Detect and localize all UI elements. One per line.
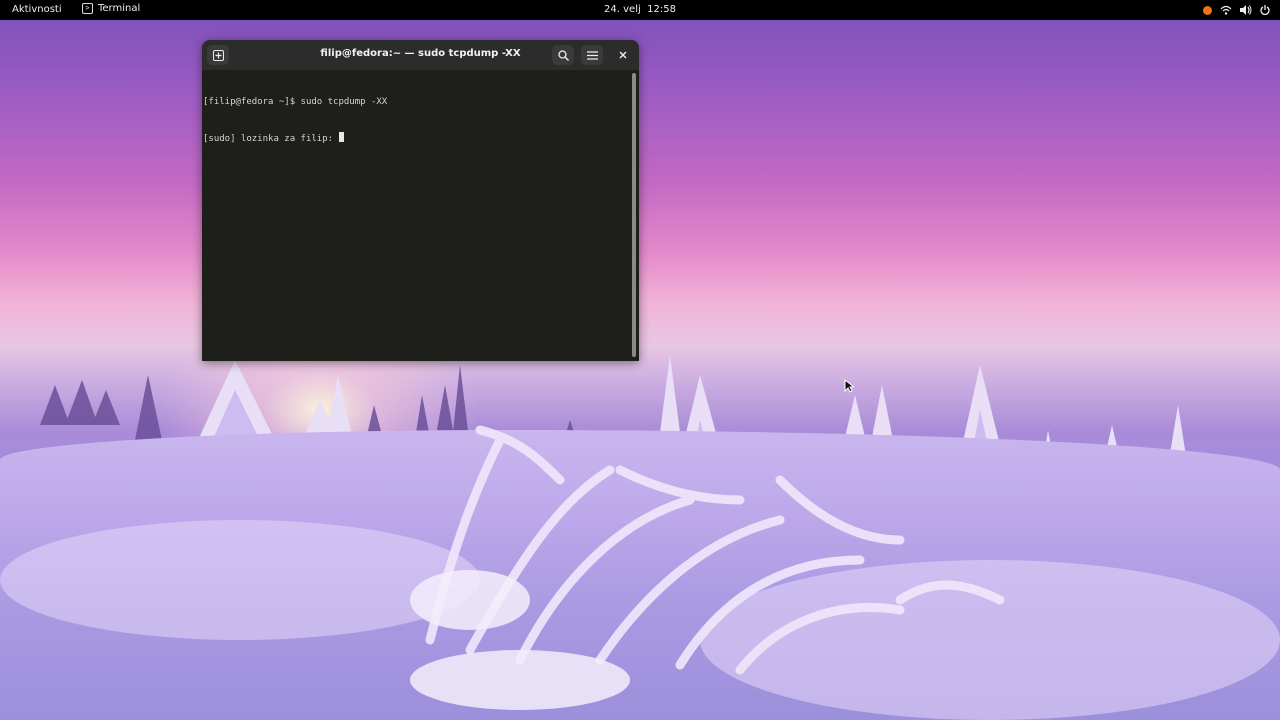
app-menu-button[interactable]: > Terminal (82, 3, 140, 14)
frosted-branches (410, 425, 1005, 710)
wifi-icon (1220, 5, 1232, 15)
terminal-output[interactable]: [filip@fedora ~]$ sudo tcpdump -XX [sudo… (202, 70, 639, 361)
clock-container: 24. velj 12:58 (0, 4, 1280, 15)
desktop-background (0, 0, 1280, 720)
hamburger-menu-icon (586, 50, 598, 60)
terminal-text: [filip@fedora ~]$ sudo tcpdump -XX [sudo… (203, 72, 387, 168)
terminal-line: [filip@fedora ~]$ sudo tcpdump -XX (203, 97, 388, 107)
text-cursor (339, 132, 345, 142)
search-button[interactable] (552, 45, 574, 65)
terminal-icon: > (82, 3, 93, 14)
scrollbar[interactable] (632, 73, 636, 357)
app-menu-label: Terminal (98, 3, 141, 14)
power-icon (1260, 5, 1270, 15)
top-bar: Aktivnosti > Terminal 24. velj 12:58 (0, 0, 1280, 20)
date-time-button[interactable]: 24. velj 12:58 (604, 4, 676, 15)
activities-button[interactable]: Aktivnosti (12, 4, 62, 15)
close-button[interactable] (612, 45, 634, 65)
menu-button[interactable] (581, 45, 603, 65)
close-icon (619, 51, 627, 59)
title-bar[interactable]: filip@fedora:~ — sudo tcpdump -XX (202, 40, 639, 70)
search-icon (557, 49, 569, 61)
notification-dot-icon (1203, 5, 1212, 15)
arrow-cursor (844, 379, 854, 393)
volume-icon (1240, 5, 1252, 15)
password-prompt: [sudo] lozinka za filip: (203, 134, 339, 144)
terminal-window[interactable]: filip@fedora:~ — sudo tcpdump -XX [filip… (202, 40, 639, 361)
terminal-line-with-cursor: [sudo] lozinka za filip: (203, 132, 387, 144)
system-tray[interactable] (1203, 3, 1270, 17)
